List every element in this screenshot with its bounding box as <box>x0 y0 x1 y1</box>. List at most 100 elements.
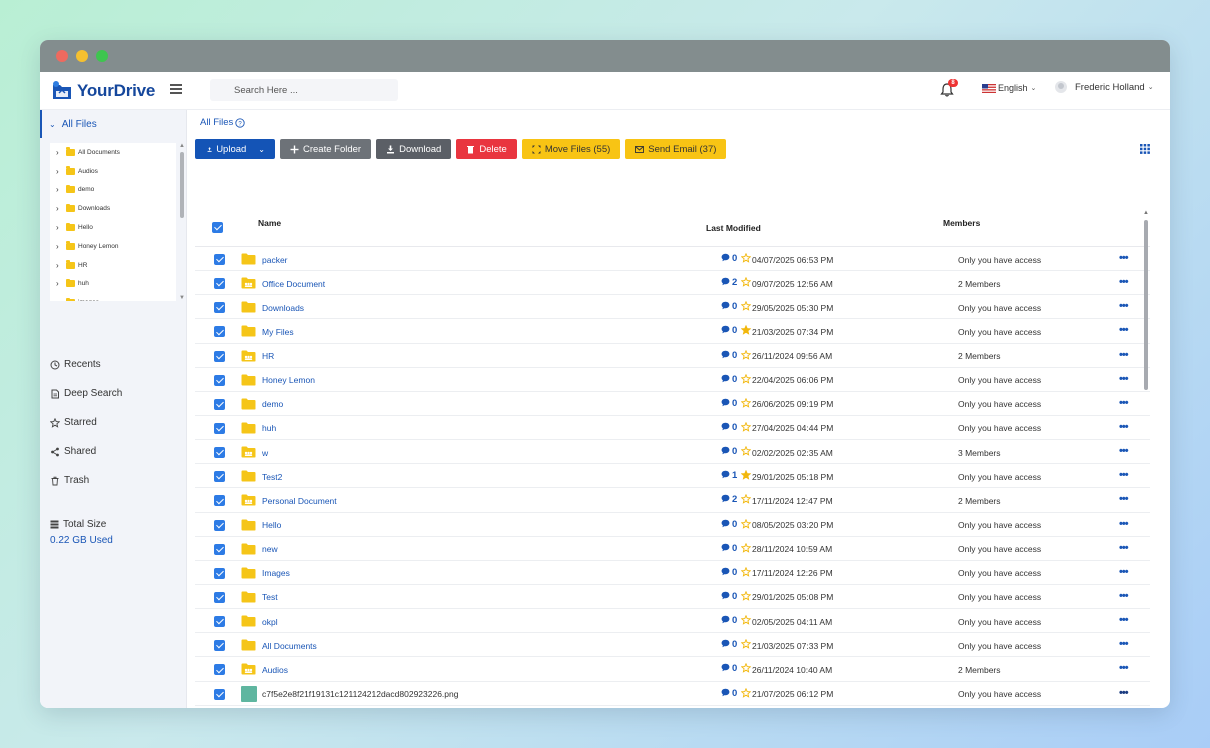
more-options-icon[interactable]: ••• <box>1119 373 1129 385</box>
row-checkbox[interactable] <box>214 640 225 652</box>
file-name-link[interactable]: Honey Lemon <box>262 375 315 385</box>
comment-icon[interactable] <box>721 591 730 600</box>
more-options-icon[interactable]: ••• <box>1119 590 1129 602</box>
file-name-link[interactable]: w <box>262 448 268 458</box>
sidebar-item-trash[interactable]: Trash <box>50 475 89 486</box>
folder-tree-scrollbar[interactable]: ▲ ▼ <box>179 143 185 301</box>
move-files-button[interactable]: Move Files (55) <box>521 139 621 159</box>
file-name-link[interactable]: Office Document <box>262 279 325 289</box>
table-row[interactable]: demo 0 26/06/2025 09:19 PM Only you have ac… <box>195 392 1150 416</box>
menu-toggle-icon[interactable] <box>170 84 182 94</box>
tree-item[interactable]: › Audios <box>50 162 176 181</box>
more-options-icon[interactable]: ••• <box>1119 687 1129 699</box>
star-icon[interactable] <box>741 494 751 505</box>
comment-icon[interactable] <box>721 277 730 286</box>
comment-icon[interactable] <box>721 446 730 455</box>
chevron-right-icon[interactable]: › <box>56 261 66 270</box>
delete-button[interactable]: Delete <box>456 139 517 159</box>
file-name-link[interactable]: Hello <box>262 520 281 530</box>
comment-icon[interactable] <box>721 301 730 310</box>
row-checkbox[interactable] <box>214 471 225 483</box>
star-icon[interactable] <box>741 590 751 601</box>
more-options-icon[interactable]: ••• <box>1119 421 1129 433</box>
chevron-right-icon[interactable]: › <box>56 148 66 157</box>
maximize-window-button[interactable] <box>96 50 108 62</box>
scrollbar-thumb[interactable] <box>180 152 184 218</box>
comment-icon[interactable] <box>721 519 730 528</box>
table-row[interactable]: packer 0 04/07/2025 06:53 PM Only you have … <box>195 247 1150 272</box>
table-row[interactable]: huh 0 27/04/2025 04:44 PM Only you have acc… <box>195 416 1150 441</box>
grid-view-icon[interactable] <box>1140 144 1150 154</box>
star-icon[interactable] <box>741 373 751 384</box>
row-checkbox[interactable] <box>214 350 225 362</box>
file-name-link[interactable]: Personal Document <box>262 496 337 506</box>
tree-item[interactable]: › demo <box>50 181 176 200</box>
close-window-button[interactable] <box>56 50 68 62</box>
language-selector[interactable]: English ⌄ <box>982 83 1036 93</box>
comment-icon[interactable] <box>721 470 730 479</box>
table-row[interactable]: Audios 0 26/11/2024 10:40 AM 2 Members ••• <box>195 657 1150 682</box>
comment-icon[interactable] <box>721 543 730 552</box>
row-checkbox[interactable] <box>214 495 225 507</box>
column-header-name[interactable]: Name <box>258 218 281 228</box>
comment-icon[interactable] <box>721 615 730 624</box>
more-options-icon[interactable]: ••• <box>1119 397 1129 409</box>
comment-icon[interactable] <box>721 350 730 359</box>
more-options-icon[interactable]: ••• <box>1119 469 1129 481</box>
table-row[interactable]: c7f5e2e8f21f19131c121124212dacd802923226… <box>195 682 1150 706</box>
row-checkbox[interactable] <box>214 664 225 676</box>
chevron-right-icon[interactable]: › <box>56 223 66 232</box>
table-row[interactable]: Test2 1 29/01/2025 05:18 PM Only you have a… <box>195 464 1150 489</box>
star-icon[interactable] <box>741 277 751 287</box>
comment-icon[interactable] <box>721 374 730 383</box>
file-name-link[interactable]: All Documents <box>262 641 317 651</box>
table-row[interactable]: Screenshot_2025-07-10-15-17-28-03_92b64b… <box>195 706 1150 708</box>
scrollbar-thumb[interactable] <box>1144 220 1148 390</box>
table-row[interactable]: Images 0 17/11/2024 12:26 PM Only you have … <box>195 561 1150 585</box>
tree-item[interactable]: › Honey Lemon <box>50 237 176 256</box>
row-checkbox[interactable] <box>214 254 225 265</box>
star-icon[interactable] <box>741 446 751 456</box>
sidebar-item-deep-search[interactable]: Deep Search <box>50 388 122 399</box>
row-checkbox[interactable] <box>214 519 225 531</box>
star-icon[interactable] <box>741 397 751 408</box>
row-checkbox[interactable] <box>214 567 225 579</box>
app-logo[interactable]: YourDrive <box>50 79 155 103</box>
comment-icon[interactable] <box>721 398 730 407</box>
tree-item[interactable]: › huh <box>50 275 176 294</box>
comment-icon[interactable] <box>721 494 730 503</box>
table-row[interactable]: Office Document 2 09/07/2025 12:56 AM 2 Mem… <box>195 271 1150 296</box>
file-name-link[interactable]: demo <box>262 399 283 409</box>
comment-icon[interactable] <box>721 639 730 648</box>
chevron-right-icon[interactable]: › <box>56 185 66 194</box>
row-checkbox[interactable] <box>214 278 225 290</box>
comment-icon[interactable] <box>721 567 730 576</box>
upload-button[interactable]: Upload ⌄ <box>195 139 275 159</box>
user-menu[interactable]: Frederic Holland ⌄ <box>1055 81 1154 93</box>
star-icon[interactable] <box>741 349 751 360</box>
row-checkbox[interactable] <box>214 302 225 314</box>
star-icon[interactable] <box>741 253 751 263</box>
table-row[interactable]: Honey Lemon 0 22/04/2025 06:06 PM Only you … <box>195 368 1150 392</box>
table-row[interactable]: Hello 0 08/05/2025 03:20 PM Only you have a… <box>195 513 1150 537</box>
more-options-icon[interactable]: ••• <box>1119 662 1129 674</box>
star-filled-icon[interactable] <box>741 470 751 481</box>
scroll-down-icon[interactable]: ▼ <box>179 295 185 301</box>
table-row[interactable]: All Documents 0 21/03/2025 07:33 PM Only yo… <box>195 633 1150 658</box>
chevron-right-icon[interactable]: › <box>56 279 66 288</box>
table-row[interactable]: w 0 02/02/2025 02:35 AM 3 Members ••• <box>195 440 1150 465</box>
help-icon[interactable]: ? <box>235 117 245 128</box>
scroll-up-icon[interactable]: ▲ <box>179 143 185 149</box>
file-name-link[interactable]: packer <box>262 255 288 265</box>
more-options-icon[interactable]: ••• <box>1119 276 1129 288</box>
table-row[interactable]: My Files 0 21/03/2025 07:34 PM Only you hav… <box>195 319 1150 344</box>
star-icon[interactable] <box>741 566 751 577</box>
breadcrumb-all-files[interactable]: All Files <box>200 117 233 128</box>
comment-icon[interactable] <box>721 422 730 431</box>
file-name-link[interactable]: Test <box>262 592 278 602</box>
sidebar-item-all-files[interactable]: ⌄ All Files <box>40 110 187 138</box>
file-name-link[interactable]: huh <box>262 423 276 433</box>
file-name-link[interactable]: Downloads <box>262 303 304 313</box>
comment-icon[interactable] <box>721 253 730 262</box>
more-options-icon[interactable]: ••• <box>1119 300 1129 312</box>
